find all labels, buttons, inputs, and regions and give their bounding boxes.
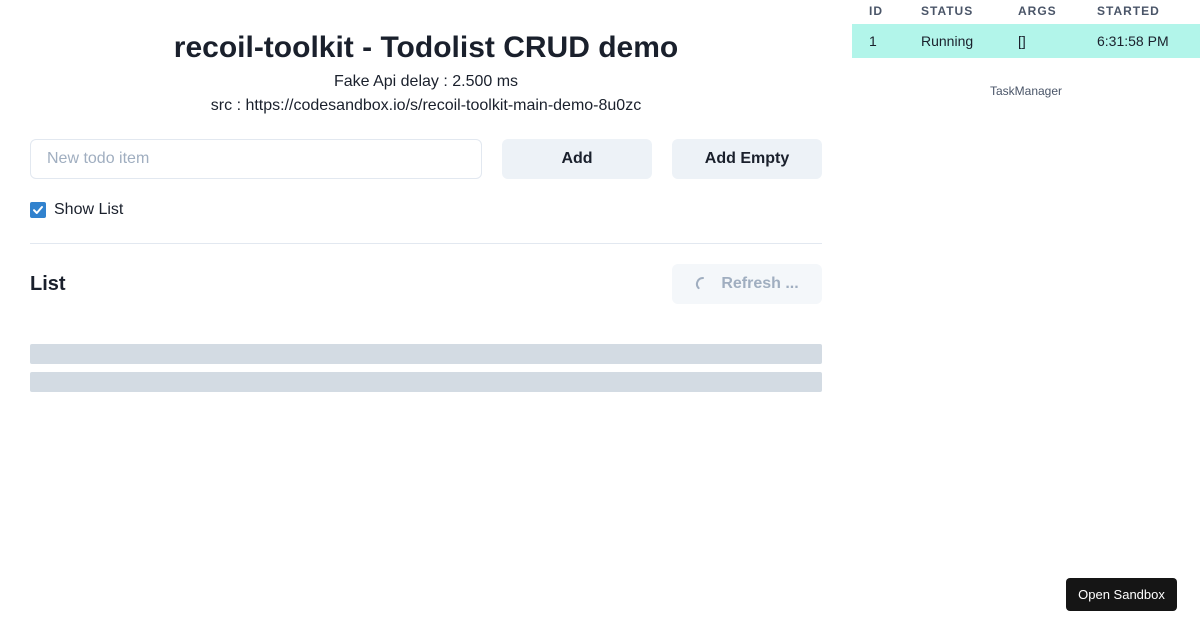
refresh-button[interactable]: Refresh ... — [672, 264, 822, 304]
column-header-status: STATUS — [921, 4, 974, 18]
task-manager-panel: ID STATUS ARGS STARTED 1 Running [] 6:31… — [852, 0, 1200, 98]
list-heading: List — [30, 273, 66, 295]
task-started: 6:31:58 PM — [1097, 33, 1169, 49]
divider — [30, 243, 822, 244]
column-header-args: ARGS — [1018, 4, 1057, 18]
show-list-label: Show List — [54, 201, 124, 218]
skeleton-row — [30, 372, 822, 392]
task-id: 1 — [869, 33, 877, 49]
spinner-icon — [696, 276, 705, 290]
new-todo-input[interactable] — [30, 139, 482, 179]
show-list-checkbox[interactable] — [30, 202, 46, 218]
page-title: recoil-toolkit - Todolist CRUD demo — [173, 31, 679, 64]
column-header-id: ID — [869, 4, 883, 18]
table-row: 1 Running [] 6:31:58 PM — [852, 24, 1200, 58]
task-table-header: ID STATUS ARGS STARTED — [852, 0, 1200, 24]
column-header-started: STARTED — [1097, 4, 1160, 18]
checkmark-icon — [33, 206, 43, 214]
task-args: [] — [1018, 33, 1026, 49]
task-status: Running — [921, 33, 974, 49]
open-sandbox-button[interactable]: Open Sandbox — [1066, 578, 1177, 611]
task-table: ID STATUS ARGS STARTED 1 Running [] 6:31… — [852, 0, 1200, 58]
todo-form: Add Add Empty — [30, 139, 822, 179]
add-button[interactable]: Add — [502, 139, 652, 179]
add-empty-button[interactable]: Add Empty — [672, 139, 822, 179]
refresh-label: Refresh ... — [721, 275, 799, 292]
skeleton-row — [30, 344, 822, 364]
source-url-text: src : https://codesandbox.io/s/recoil-to… — [210, 97, 642, 114]
api-delay-text: Fake Api delay : 2.500 ms — [333, 73, 519, 90]
task-manager-caption: TaskManager — [989, 84, 1063, 98]
show-list-toggle[interactable]: Show List — [30, 200, 123, 220]
